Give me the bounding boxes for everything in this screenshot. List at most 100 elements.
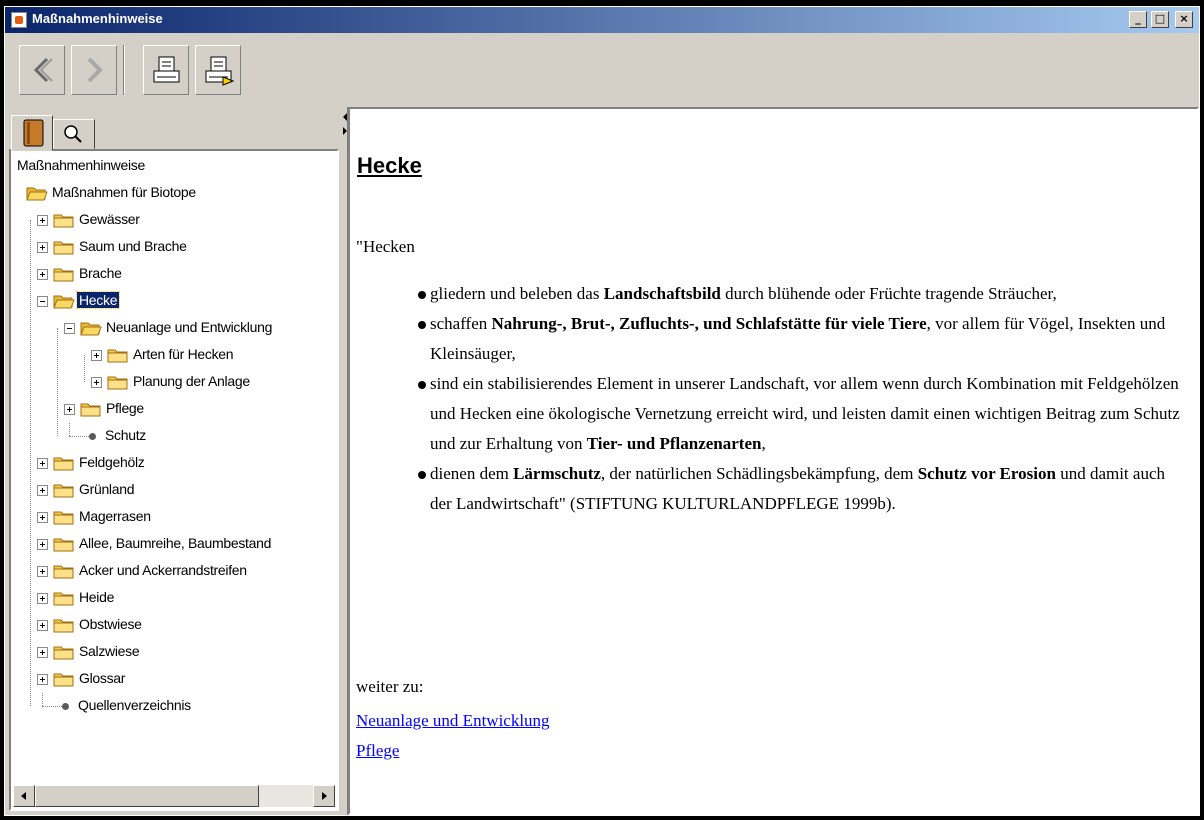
leaf-bullet-icon — [89, 433, 96, 440]
folder-icon — [53, 563, 75, 579]
open-folder-icon — [80, 320, 102, 336]
tree-node-label: Feldgehölz — [79, 454, 145, 470]
page-title: Hecke — [357, 153, 422, 178]
tree-node[interactable]: Hecke — [11, 288, 331, 314]
folder-icon — [53, 266, 75, 282]
forward-arrow-icon — [87, 57, 103, 83]
tree-node[interactable]: Maßnahmenhinweise — [11, 153, 331, 179]
page-setup-button[interactable] — [195, 45, 241, 95]
tree-node[interactable]: Obstwiese — [11, 612, 331, 638]
expand-toggle[interactable] — [37, 647, 48, 658]
tree-node-label: Neuanlage und Entwicklung — [106, 319, 273, 335]
tree-connector — [42, 706, 62, 707]
title-bar[interactable]: Maßnahmenhinweise _ □ × — [5, 7, 1199, 33]
tree-node-label: Maßnahmenhinweise — [17, 157, 145, 173]
maximize-button[interactable]: □ — [1151, 11, 1169, 28]
text-run: dienen dem — [430, 464, 514, 483]
print-button[interactable] — [143, 45, 189, 95]
open-folder-icon — [26, 187, 48, 201]
scroll-right-arrow-icon — [322, 792, 327, 800]
tree-node[interactable]: Grünland — [11, 477, 331, 503]
scroll-right-button[interactable] — [313, 785, 335, 807]
expand-toggle[interactable] — [37, 674, 48, 685]
tree-node-label: Saum und Brache — [79, 238, 187, 254]
expand-toggle[interactable] — [37, 620, 48, 631]
tab-contents[interactable] — [11, 115, 53, 151]
window-title: Maßnahmenhinweise — [32, 11, 163, 26]
link-neuanlage[interactable]: Neuanlage und Entwicklung — [356, 711, 550, 731]
tree-node-label: Magerrasen — [79, 508, 151, 524]
book-icon — [23, 119, 44, 147]
tree-node[interactable]: Magerrasen — [11, 504, 331, 530]
folder-icon — [80, 403, 101, 417]
text-run: sind ein stabilisierendes Element in uns… — [430, 374, 1180, 453]
minimize-button[interactable]: _ — [1129, 11, 1147, 28]
tree-node[interactable]: Neuanlage und Entwicklung — [11, 315, 331, 341]
tree-node-label: Obstwiese — [79, 616, 142, 632]
tree-node[interactable]: Saum und Brache — [11, 234, 331, 260]
tree-node[interactable]: Gewässer — [11, 207, 331, 233]
bullet-item: gliedern und beleben das Landschaftsbild… — [388, 279, 1188, 309]
tree-connector — [69, 436, 89, 437]
tree-node[interactable]: Allee, Baumreihe, Baumbestand — [11, 531, 331, 557]
folder-icon — [53, 644, 75, 660]
folder-icon — [53, 592, 74, 606]
bullet-item: schaffen Nahrung-, Brut-, Zufluchts-, un… — [388, 309, 1188, 369]
scroll-left-button[interactable] — [13, 785, 35, 807]
expand-toggle[interactable] — [37, 566, 48, 577]
folder-icon — [107, 347, 129, 363]
expand-toggle[interactable] — [37, 215, 48, 226]
expand-toggle[interactable] — [37, 242, 48, 253]
folder-icon — [53, 538, 74, 552]
contents-tree[interactable]: Maßnahmenhinweise Maßnahmen für Biotope Ge… — [11, 151, 333, 775]
expand-toggle[interactable] — [91, 350, 102, 361]
tree-node-label: Acker und Ackerrandstreifen — [79, 562, 247, 578]
expand-toggle[interactable] — [37, 593, 48, 604]
text-run: , — [761, 434, 766, 453]
tree-node[interactable]: Heide — [11, 585, 331, 611]
expand-toggle[interactable] — [37, 539, 48, 550]
text-run: , der natürlichen Schädlingsbekämpfung, … — [600, 464, 918, 483]
tree-node-label: Allee, Baumreihe, Baumbestand — [79, 535, 272, 551]
text-run: gliedern und beleben das — [430, 284, 604, 303]
folder-icon — [53, 457, 74, 471]
horizontal-scrollbar[interactable] — [13, 785, 335, 807]
expand-toggle[interactable] — [37, 269, 48, 280]
tree-node[interactable]: Brache — [11, 261, 331, 287]
tree-node[interactable]: Acker und Ackerrandstreifen — [11, 558, 331, 584]
tree-node[interactable]: Arten für Hecken — [11, 342, 331, 368]
tree-node[interactable]: Glossar — [11, 666, 331, 692]
tree-node[interactable]: Pflege — [11, 396, 331, 422]
collapse-toggle[interactable] — [64, 323, 75, 334]
folder-icon — [53, 509, 75, 525]
tab-search[interactable] — [53, 119, 95, 149]
folder-icon — [53, 619, 74, 633]
content-pane: Hecke "Hecken gliedern und beleben das L… — [348, 107, 1199, 815]
expand-toggle[interactable] — [37, 485, 48, 496]
folder-icon — [53, 536, 75, 552]
weiter-label: weiter zu: — [356, 677, 424, 696]
back-button[interactable] — [19, 45, 65, 95]
folder-icon — [53, 565, 74, 579]
forward-button[interactable] — [71, 45, 117, 95]
tree-node[interactable]: Salzwiese — [11, 639, 331, 665]
tree-node-label: Salzwiese — [79, 643, 140, 659]
expand-toggle[interactable] — [91, 377, 102, 388]
collapse-toggle[interactable] — [37, 296, 48, 307]
tree-node[interactable]: Schutz — [11, 423, 331, 449]
tree-node[interactable]: Planung der Anlage — [11, 369, 331, 395]
tree-node-label: Planung der Anlage — [133, 373, 250, 389]
link-pflege[interactable]: Pflege — [356, 741, 399, 761]
folder-icon — [53, 455, 75, 471]
close-button[interactable]: × — [1175, 11, 1193, 28]
navigation-pane: Maßnahmenhinweise Maßnahmen für Biotope Ge… — [5, 107, 342, 815]
expand-toggle[interactable] — [37, 458, 48, 469]
tree-node[interactable]: Feldgehölz — [11, 450, 331, 476]
scroll-thumb[interactable] — [35, 785, 259, 807]
tree-node[interactable]: Maßnahmen für Biotope — [11, 180, 331, 206]
tree-node[interactable]: Quellenverzeichnis — [11, 693, 331, 719]
tree-node-label: Gewässer — [79, 211, 140, 227]
expand-toggle[interactable] — [37, 512, 48, 523]
expand-toggle[interactable] — [64, 404, 75, 415]
tree-node-label: Arten für Hecken — [133, 346, 234, 362]
